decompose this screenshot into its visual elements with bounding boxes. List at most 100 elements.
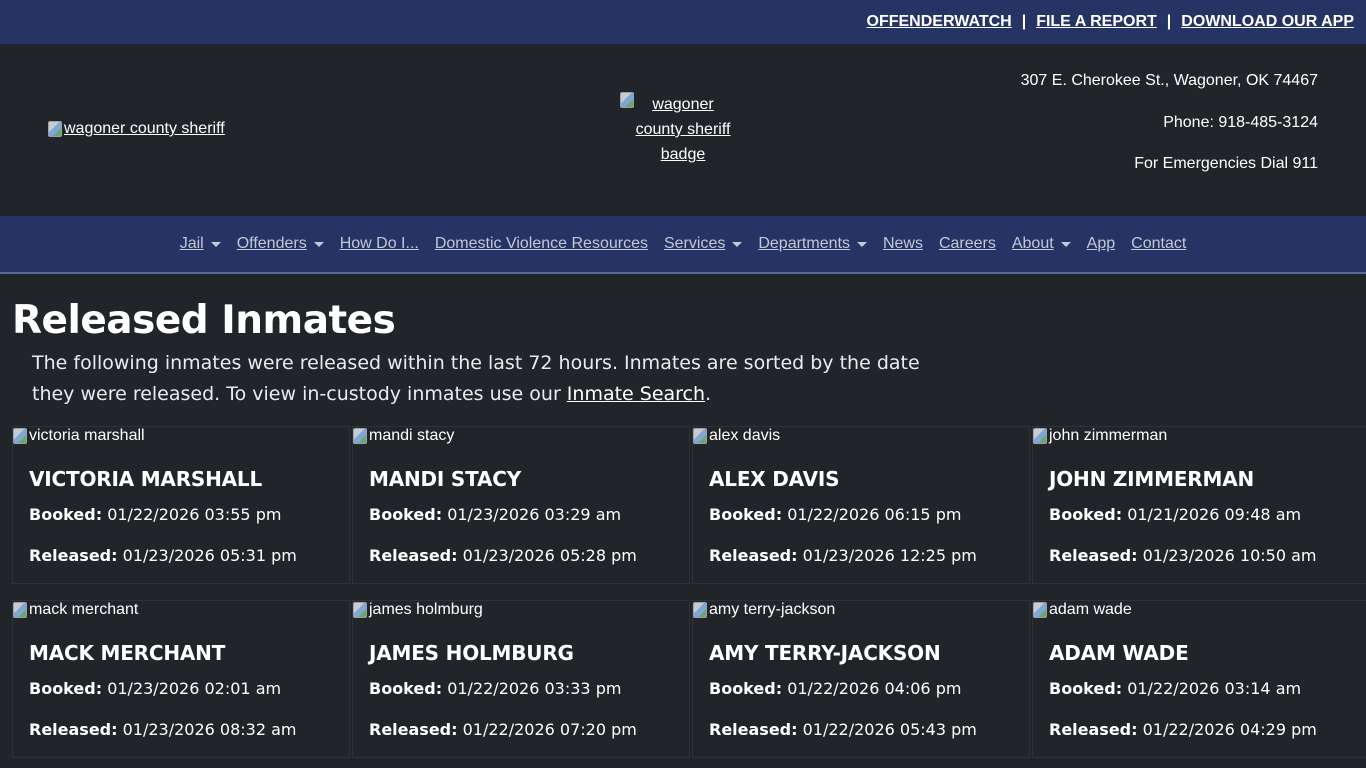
released-value: 01/23/2026 05:28 pm [462,546,637,565]
inmate-card[interactable]: john zimmerman JOHN ZIMMERMAN Booked: 01/2… [1032,426,1366,584]
inmate-card[interactable]: amy terry-jackson AMY TERRY-JACKSON Booked… [692,600,1030,758]
caret-down-icon [856,241,867,247]
contact-info: 307 E. Cherokee St., Wagoner, OK 74467 P… [1021,70,1318,195]
booked-value: 01/23/2026 02:01 am [107,679,282,698]
inmate-card[interactable]: mack merchant MACK MERCHANT Booked: 01/23/… [12,600,350,758]
nav-item-app[interactable]: App [1079,235,1123,253]
booked-date: Booked: 01/22/2026 04:06 pm [709,679,961,698]
inmate-photo-alt: john zimmerman [1049,427,1168,444]
broken-image-icon [13,602,27,618]
inmate-grid: victoria marshall VICTORIA MARSHALL Booked… [12,426,1366,758]
intro-text-end: . [705,383,712,405]
nav-item-offenders[interactable]: Offenders [229,235,332,253]
released-date: Released: 01/22/2026 05:43 pm [709,720,977,739]
released-value: 01/23/2026 10:50 am [1142,546,1317,565]
booked-value: 01/23/2026 03:29 am [447,505,622,524]
inmate-photo: james holmburg [353,601,483,619]
booked-label: Booked: [709,505,783,524]
released-label: Released: [369,720,458,739]
booked-label: Booked: [709,679,783,698]
inmate-photo: john zimmerman [1033,427,1167,445]
badge-alt-line: badge [660,146,706,163]
broken-image-icon [48,121,62,137]
broken-image-icon [620,92,634,108]
inmate-search-link[interactable]: Inmate Search [567,383,705,405]
released-date: Released: 01/22/2026 04:29 pm [1049,720,1317,739]
inmate-card[interactable]: james holmburg JAMES HOLMBURG Booked: 01/2… [352,600,690,758]
released-date: Released: 01/22/2026 07:20 pm [369,720,637,739]
inmate-photo-alt: amy terry-jackson [709,601,836,618]
booked-label: Booked: [29,505,103,524]
address: 307 E. Cherokee St., Wagoner, OK 74467 [1020,72,1318,89]
nav-item-label: Contact [1131,235,1187,252]
inmate-photo: mandi stacy [353,427,454,445]
booked-label: Booked: [369,505,443,524]
nav-item-departments[interactable]: Departments [750,235,875,253]
nav-item-label: Offenders [236,235,307,252]
booked-date: Booked: 01/22/2026 03:55 pm [29,505,281,524]
inmate-card[interactable]: alex davis ALEX DAVIS Booked: 01/22/2026 0… [692,426,1030,584]
released-date: Released: 01/23/2026 10:50 am [1049,546,1317,565]
inmate-card[interactable]: adam wade ADAM WADE Booked: 01/22/2026 03:… [1032,600,1366,758]
released-value: 01/23/2026 05:31 pm [122,546,297,565]
nav-item-domestic-violence-resources[interactable]: Domestic Violence Resources [427,235,656,253]
booked-label: Booked: [1049,505,1123,524]
released-value: 01/22/2026 07:20 pm [462,720,637,739]
nav-item-label: Departments [758,235,850,252]
broken-image-icon [693,428,707,444]
intro-text-start: The following inmates were released with… [32,352,920,405]
inmate-name: JAMES HOLMBURG [369,641,574,665]
caret-down-icon [313,241,324,247]
inmate-name: ADAM WADE [1049,641,1189,665]
broken-image-icon [353,602,367,618]
main-content: Released Inmates The following inmates w… [0,298,1366,758]
broken-image-icon [693,602,707,618]
emergency-notice: For Emergencies Dial 911 [1134,155,1318,172]
booked-label: Booked: [1049,679,1123,698]
download-app-link[interactable]: DOWNLOAD OUR APP [1181,13,1354,31]
released-value: 01/23/2026 12:25 pm [802,546,977,565]
released-value: 01/22/2026 05:43 pm [802,720,977,739]
inmate-photo: mack merchant [13,601,138,619]
nav-item-jail[interactable]: Jail [172,235,229,253]
separator: | [1021,13,1027,30]
nav-item-label: Services [663,235,726,252]
inmate-card[interactable]: victoria marshall VICTORIA MARSHALL Booked… [12,426,350,584]
badge-alt-line: county sheriff [635,121,731,138]
nav-item-label: Domestic Violence Resources [434,235,648,252]
released-label: Released: [709,546,798,565]
file-report-link[interactable]: FILE A REPORT [1036,13,1157,31]
inmate-photo-alt: mandi stacy [369,427,455,444]
nav-item-contact[interactable]: Contact [1123,235,1194,253]
booked-value: 01/22/2026 06:15 pm [787,505,962,524]
sheriff-logo-link[interactable]: wagoner county sheriff [48,120,225,138]
booked-date: Booked: 01/23/2026 03:29 am [369,505,621,524]
nav-item-careers[interactable]: Careers [931,235,1004,253]
inmate-photo: victoria marshall [13,427,145,445]
nav-item-services[interactable]: Services [656,235,750,253]
released-label: Released: [29,546,118,565]
released-date: Released: 01/23/2026 05:31 pm [29,546,297,565]
released-date: Released: 01/23/2026 12:25 pm [709,546,977,565]
offenderwatch-link[interactable]: OFFENDERWATCH [867,13,1012,31]
inmate-name: MACK MERCHANT [29,641,226,665]
nav-item-news[interactable]: News [875,235,931,253]
nav-item-how-do-i[interactable]: How Do I... [332,235,427,253]
booked-label: Booked: [29,679,103,698]
top-utility-bar: OFFENDERWATCH | FILE A REPORT | DOWNLOAD… [0,0,1366,44]
released-value: 01/23/2026 08:32 am [122,720,297,739]
sheriff-badge-link[interactable]: wagoner county sheriff badge [620,92,746,167]
released-label: Released: [1049,546,1138,565]
nav-item-about[interactable]: About [1004,235,1079,253]
released-date: Released: 01/23/2026 05:28 pm [369,546,637,565]
caret-down-icon [210,241,221,247]
booked-value: 01/21/2026 09:48 am [1127,505,1302,524]
broken-image-icon [13,428,27,444]
broken-image-icon [1033,428,1047,444]
intro-text: The following inmates were released with… [32,348,952,410]
inmate-name: ALEX DAVIS [709,467,840,491]
inmate-card[interactable]: mandi stacy MANDI STACY Booked: 01/23/2026… [352,426,690,584]
booked-value: 01/22/2026 03:14 am [1127,679,1302,698]
main-nav: Jail Offenders How Do I... Domestic Violenc… [0,216,1366,274]
released-label: Released: [369,546,458,565]
